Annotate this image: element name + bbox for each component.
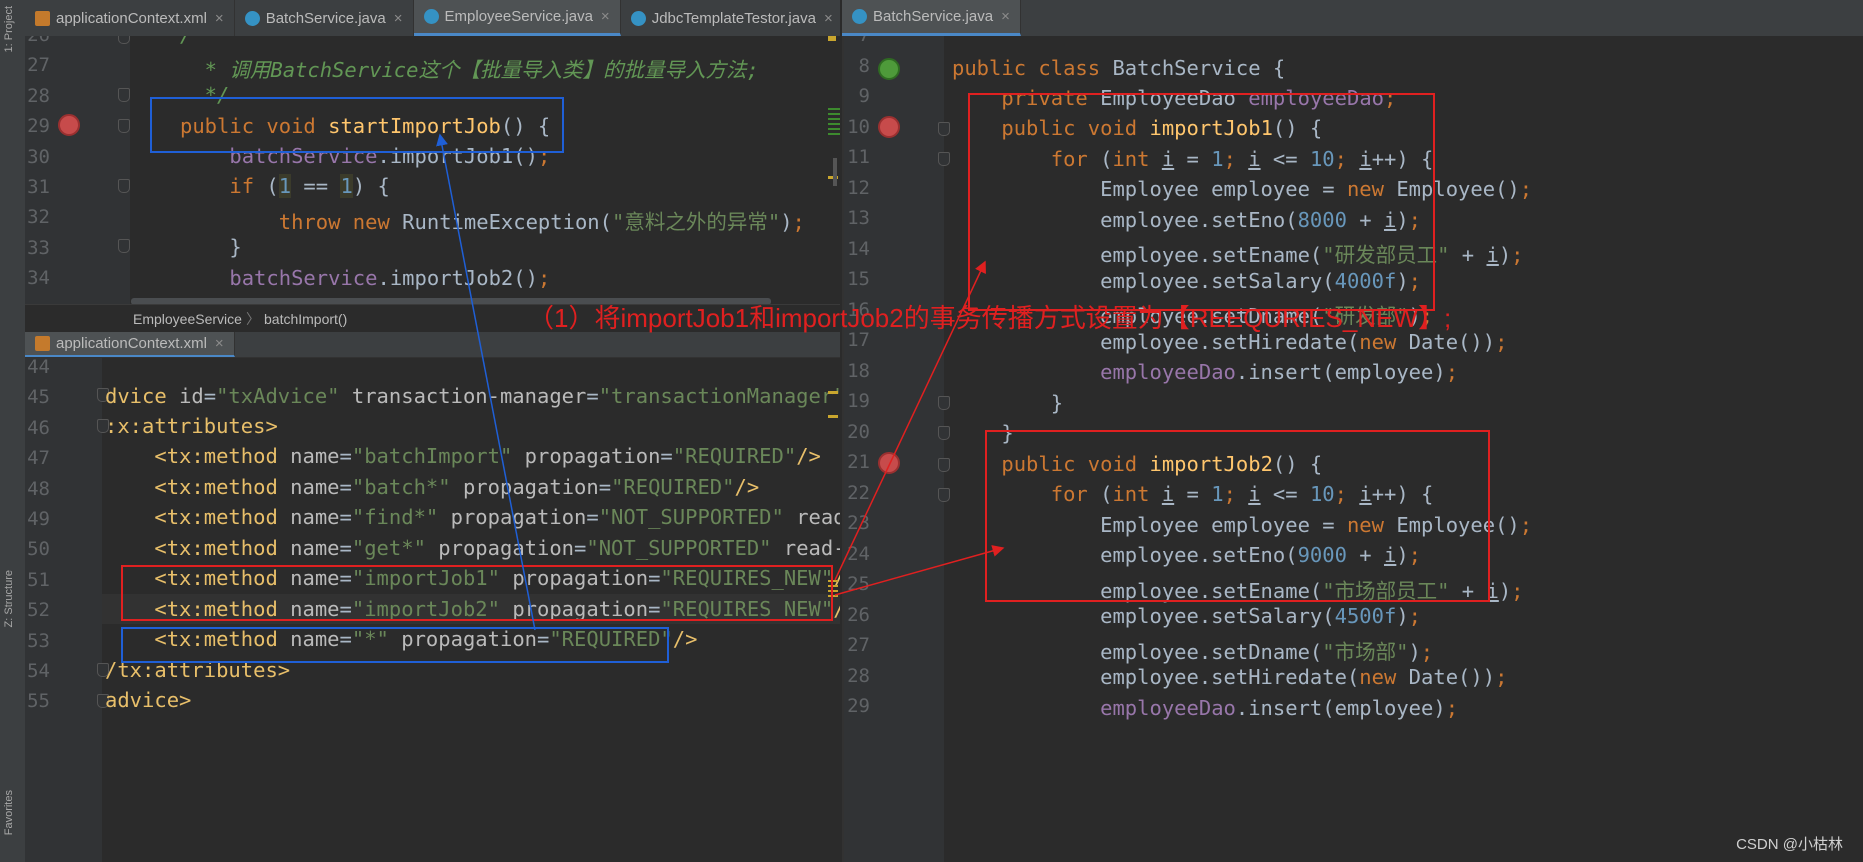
arrow-blue <box>436 133 536 631</box>
watermark: CSDN @小枯林 <box>1736 836 1843 853</box>
annotation-caption: （1）将importJob1和importJob2的事务传播方式设置为【REEQ… <box>528 303 1452 333</box>
annotation-arrows <box>436 133 1005 631</box>
arrow-red <box>834 545 1005 596</box>
